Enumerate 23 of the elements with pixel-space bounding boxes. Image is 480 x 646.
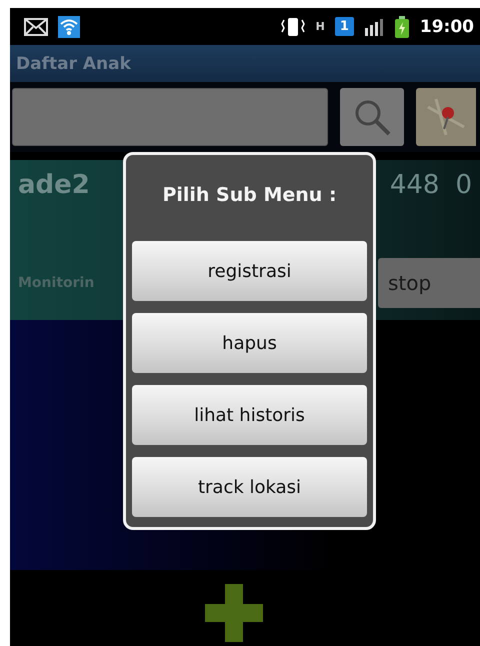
battery-icon <box>394 16 410 38</box>
dialog-title: Pilih Sub Menu : <box>161 183 338 208</box>
clock: 19:00 <box>420 16 474 36</box>
wifi-icon <box>58 16 80 38</box>
child-value: 0 <box>455 170 472 200</box>
plus-icon[interactable] <box>205 584 265 644</box>
map-pin-icon <box>426 97 466 137</box>
app-title: Daftar Anak <box>16 54 131 74</box>
signal-icon <box>364 18 384 36</box>
search-button[interactable] <box>340 88 404 146</box>
monitoring-label: Monitorin <box>18 275 94 291</box>
network-type: H <box>316 20 325 33</box>
menu-option-button[interactable]: registrasi <box>132 241 367 301</box>
menu-option-button[interactable]: track lokasi <box>132 457 367 517</box>
menu-option-button[interactable]: hapus <box>132 313 367 373</box>
mail-icon <box>24 18 48 36</box>
search-field[interactable] <box>12 88 328 146</box>
sim-badge: 1 <box>334 17 354 36</box>
child-name: ade2 <box>18 170 90 200</box>
child-value: 448 <box>390 170 440 200</box>
menu-option-button[interactable]: lihat historis <box>132 385 367 445</box>
vibrate-icon <box>280 16 306 38</box>
map-button[interactable] <box>416 88 476 146</box>
